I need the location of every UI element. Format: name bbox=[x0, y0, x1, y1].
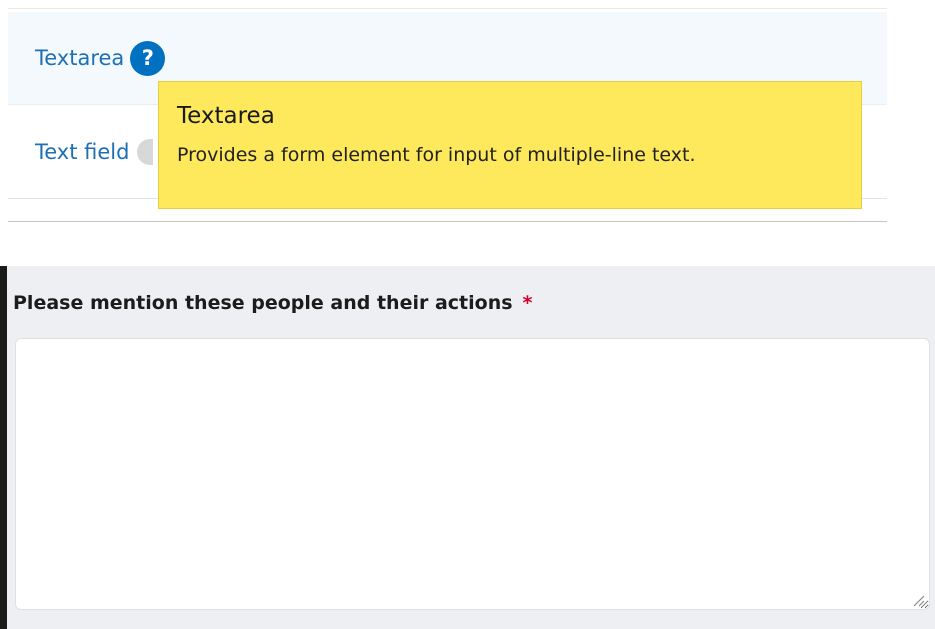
field-label: Please mention these people and their ac… bbox=[13, 292, 532, 314]
mention-people-textarea[interactable] bbox=[15, 338, 930, 610]
help-tooltip: Textarea Provides a form element for inp… bbox=[158, 81, 862, 209]
tooltip-title: Textarea bbox=[177, 103, 275, 129]
required-marker: * bbox=[522, 292, 533, 314]
tooltip-description: Provides a form element for input of mul… bbox=[177, 144, 696, 167]
text-field-link[interactable]: Text field bbox=[35, 141, 129, 163]
form-preview: Please mention these people and their ac… bbox=[0, 266, 935, 629]
field-label-text: Please mention these people and their ac… bbox=[13, 292, 513, 314]
textarea-link[interactable]: Textarea bbox=[35, 47, 124, 69]
resize-handle-icon[interactable] bbox=[912, 594, 925, 607]
question-mark-icon[interactable]: ? bbox=[130, 40, 166, 76]
question-mark-icon[interactable] bbox=[137, 139, 154, 165]
